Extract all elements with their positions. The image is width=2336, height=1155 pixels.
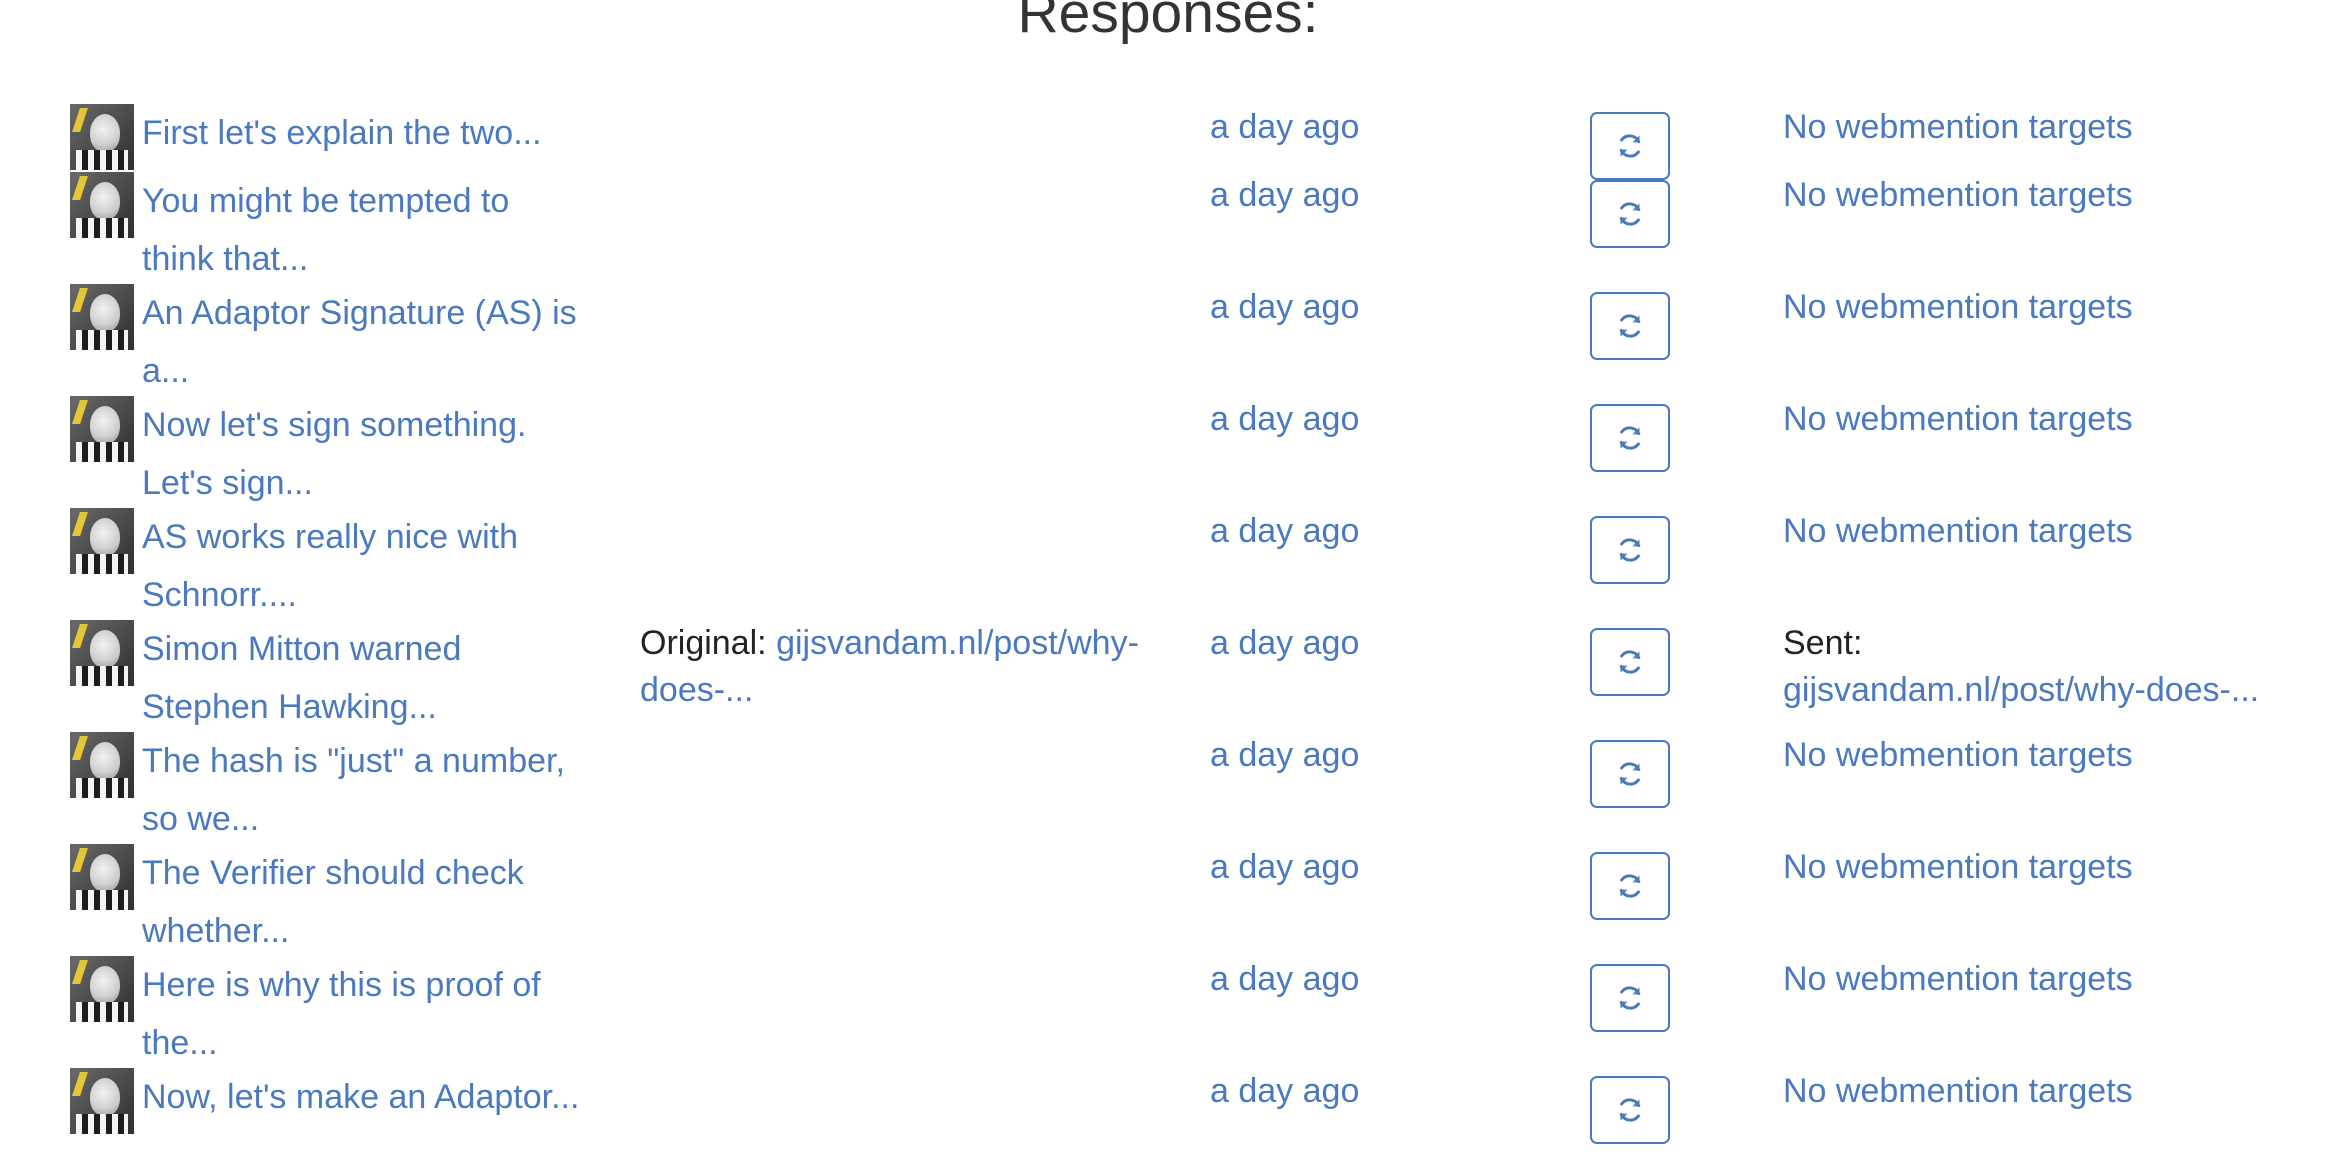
webmention-status: No webmention targets [1783,508,2303,555]
page-title: Responses: [1017,0,1319,45]
refresh-button[interactable] [1590,404,1670,472]
author-avatar[interactable] [70,284,134,350]
status-label: Sent: [1783,624,1863,662]
author-avatar[interactable] [70,620,134,686]
author-avatar[interactable] [70,508,134,574]
refresh-button[interactable] [1590,852,1670,920]
response-time[interactable]: a day ago [1210,396,1470,443]
author-avatar[interactable] [70,396,134,462]
refresh-icon [1619,986,1641,1010]
status-link[interactable]: No webmention targets [1783,108,2133,146]
webmention-status: No webmention targets [1783,284,2303,331]
webmention-status: No webmention targets [1783,396,2303,443]
status-link[interactable]: No webmention targets [1783,736,2133,774]
response-time[interactable]: a day ago [1210,956,1470,1003]
response-link[interactable]: You might be tempted to think that... [142,182,509,278]
webmention-status: No webmention targets [1783,732,2303,779]
refresh-icon [1619,762,1641,786]
response-content: An Adaptor Signature (AS) is a... [70,284,590,400]
author-avatar[interactable] [70,1068,134,1134]
response-link[interactable]: An Adaptor Signature (AS) is a... [142,294,577,390]
response-content: Simon Mitton warned Stephen Hawking... [70,620,590,736]
status-link[interactable]: No webmention targets [1783,1072,2133,1110]
refresh-icon [1619,1098,1641,1122]
refresh-button[interactable] [1590,180,1670,248]
refresh-button[interactable] [1590,628,1670,696]
refresh-icon [1619,134,1641,158]
webmention-status: No webmention targets [1783,956,2303,1003]
refresh-button[interactable] [1590,1076,1670,1144]
webmention-status: No webmention targets [1783,844,2303,891]
response-content: The hash is "just" a number, so we... [70,732,590,848]
response-content: AS works really nice with Schnorr.... [70,508,590,624]
webmention-status: No webmention targets [1783,1068,2303,1115]
response-link[interactable]: Simon Mitton warned Stephen Hawking... [142,630,461,726]
refresh-icon [1619,650,1641,674]
response-time[interactable]: a day ago [1210,1068,1470,1115]
response-time[interactable]: a day ago [1210,104,1470,151]
author-avatar[interactable] [70,732,134,798]
status-link[interactable]: gijsvandam.nl/post/why-does-... [1783,671,2259,709]
response-time[interactable]: a day ago [1210,844,1470,891]
author-avatar[interactable] [70,172,134,238]
original-cell: Original: gijsvandam.nl/post/why-does-..… [640,620,1160,714]
refresh-button[interactable] [1590,292,1670,360]
status-link[interactable]: No webmention targets [1783,176,2133,214]
webmention-status: No webmention targets [1783,172,2303,219]
response-link[interactable]: AS works really nice with Schnorr.... [142,518,518,614]
response-link[interactable]: Now let's sign something. Let's sign... [142,406,526,502]
refresh-icon [1619,314,1641,338]
original-label: Original: [640,624,777,662]
webmention-status: Sent: gijsvandam.nl/post/why-does-... [1783,620,2303,714]
response-time[interactable]: a day ago [1210,172,1470,219]
response-content: The Verifier should check whether... [70,844,590,960]
response-content: Now, let's make an Adaptor... [70,1068,590,1134]
status-link[interactable]: No webmention targets [1783,848,2133,886]
response-link[interactable]: Here is why this is proof of the... [142,966,541,1062]
status-link[interactable]: No webmention targets [1783,288,2133,326]
author-avatar[interactable] [70,844,134,910]
author-avatar[interactable] [70,956,134,1022]
author-avatar[interactable] [70,104,134,170]
response-time[interactable]: a day ago [1210,508,1470,555]
refresh-button[interactable] [1590,112,1670,180]
response-time[interactable]: a day ago [1210,620,1470,667]
response-link[interactable]: First let's explain the two... [142,114,542,152]
response-content: Here is why this is proof of the... [70,956,590,1072]
status-link[interactable]: No webmention targets [1783,400,2133,438]
webmention-status: No webmention targets [1783,104,2303,151]
status-link[interactable]: No webmention targets [1783,512,2133,550]
refresh-icon [1619,202,1641,226]
status-link[interactable]: No webmention targets [1783,960,2133,998]
refresh-icon [1619,874,1641,898]
refresh-icon [1619,538,1641,562]
response-link[interactable]: The hash is "just" a number, so we... [142,742,565,838]
response-content: Now let's sign something. Let's sign... [70,396,590,512]
response-link[interactable]: Now, let's make an Adaptor... [142,1078,579,1116]
response-time[interactable]: a day ago [1210,732,1470,779]
refresh-button[interactable] [1590,740,1670,808]
refresh-button[interactable] [1590,964,1670,1032]
refresh-icon [1619,426,1641,450]
refresh-button[interactable] [1590,516,1670,584]
response-content: First let's explain the two... [70,104,590,170]
response-content: You might be tempted to think that... [70,172,590,288]
response-link[interactable]: The Verifier should check whether... [142,854,524,950]
response-time[interactable]: a day ago [1210,284,1470,331]
